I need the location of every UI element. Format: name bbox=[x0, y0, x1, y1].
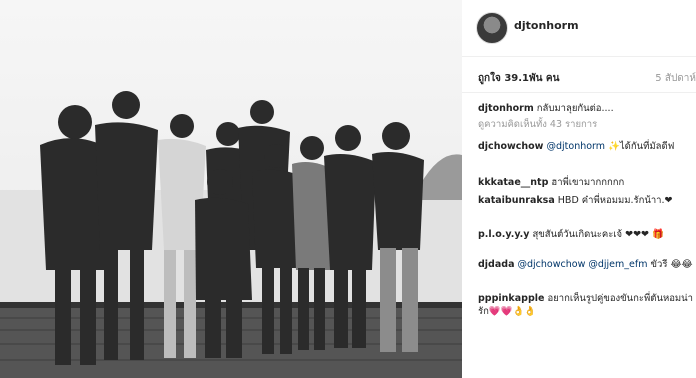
comment-mention[interactable]: @djtonhorm bbox=[546, 141, 605, 152]
comment-username[interactable]: djtonhorm bbox=[478, 103, 534, 114]
comment-text: สุขสันต์วันเกิดนะคะเจ้ ❤❤❤ 🎁 bbox=[532, 229, 664, 240]
post-sidebar: djtonhorm ถูกใจ 39.1พัน คน 5 สัปดาห์ djt… bbox=[462, 0, 696, 378]
post-time[interactable]: 5 สัปดาห์ bbox=[655, 71, 696, 86]
post-header: djtonhorm bbox=[462, 0, 696, 57]
comment-username[interactable]: pppinkapple bbox=[478, 293, 544, 304]
comment-text: ขัวรี 😂😂 bbox=[650, 259, 693, 270]
comment-username[interactable]: kataibunraksa bbox=[478, 195, 555, 206]
comment-text: HBD ค๋าพี่หอมมม.รักน้าา.❤ bbox=[557, 195, 673, 206]
group-photo-image bbox=[0, 0, 462, 378]
comment: pppinkapple อยากเห็นรูปคู่ของขันกะพี่ตัน… bbox=[478, 292, 694, 318]
comment: p.l.o.y.y.y สุขสันต์วันเกิดนะคะเจ้ ❤❤❤ 🎁 bbox=[478, 228, 694, 241]
post-username[interactable]: djtonhorm bbox=[514, 19, 579, 32]
post-photo[interactable] bbox=[0, 0, 462, 378]
comment: djdada @djchowchow @djjem_efm ขัวรี 😂😂 bbox=[478, 258, 694, 271]
comment: djchowchow @djtonhorm ✨ได้กันที่มัลดีฟ bbox=[478, 140, 694, 153]
caption: djtonhorm กลับมาลุยกันต่อ.... bbox=[478, 102, 694, 115]
comment-text: ✨ได้กันที่มัลดีฟ bbox=[608, 141, 675, 152]
comment: kkkatae__ntp ฮาพี่เขามากกกกก bbox=[478, 176, 694, 189]
comment-text: กลับมาลุยกันต่อ.... bbox=[536, 103, 614, 114]
comment-username[interactable]: kkkatae__ntp bbox=[478, 177, 548, 188]
comment-username[interactable]: djchowchow bbox=[478, 141, 543, 152]
post-stats: ถูกใจ 39.1พัน คน 5 สัปดาห์ bbox=[462, 56, 696, 93]
comment-username[interactable]: p.l.o.y.y.y bbox=[478, 229, 529, 240]
avatar[interactable] bbox=[476, 12, 508, 44]
like-count[interactable]: ถูกใจ 39.1พัน คน bbox=[478, 71, 559, 86]
comment: kataibunraksa HBD ค๋าพี่หอมมม.รักน้าา.❤ bbox=[478, 194, 694, 207]
comment-mention[interactable]: @djchowchow @djjem_efm bbox=[518, 259, 648, 270]
view-all-comments-link[interactable]: ดูความคิดเห็นทั้ง 43 รายการ bbox=[478, 118, 694, 131]
comment-username[interactable]: djdada bbox=[478, 259, 514, 270]
comment-text: ฮาพี่เขามากกกกก bbox=[551, 177, 625, 188]
comment-list: djtonhorm กลับมาลุยกันต่อ.... ดูความคิดเ… bbox=[462, 96, 696, 378]
